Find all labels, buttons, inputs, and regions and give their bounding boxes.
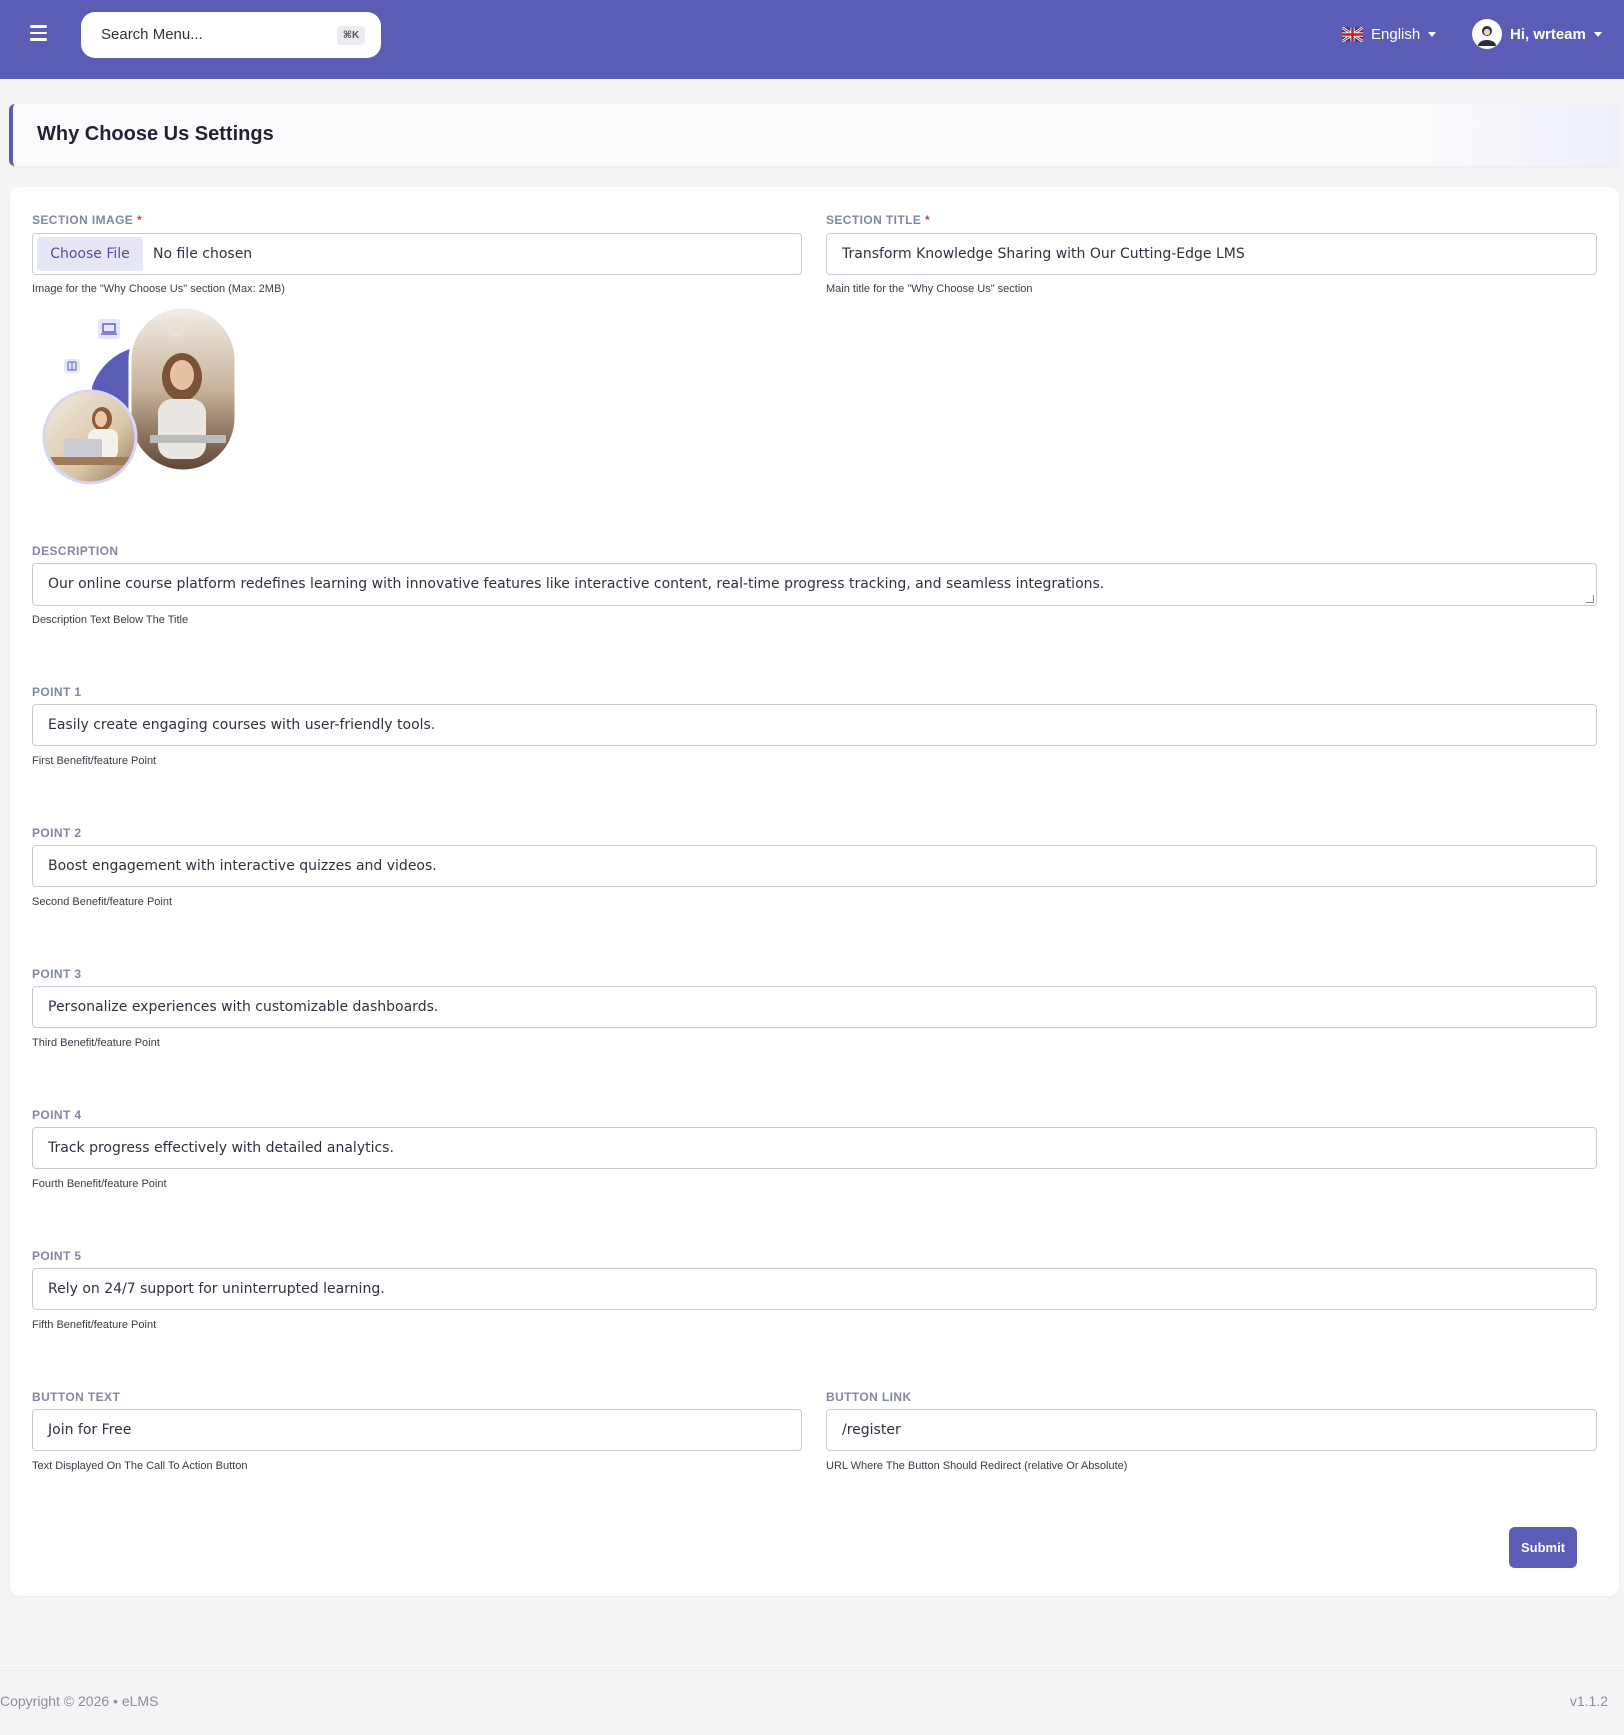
point-1-label: POINT 1 bbox=[32, 685, 82, 699]
section-image-file-input[interactable]: Choose File No file chosen bbox=[32, 233, 802, 275]
section-title-help: Main title for the "Why Choose Us" secti… bbox=[826, 283, 1033, 295]
chevron-down-icon bbox=[1428, 31, 1437, 37]
section-title-label-text: SECTION TITLE bbox=[826, 213, 922, 227]
button-text-input[interactable]: Join for Free bbox=[32, 1409, 802, 1451]
section-image-help: Image for the "Why Choose Us" section (M… bbox=[32, 283, 285, 295]
point-4-label: POINT 4 bbox=[32, 1108, 82, 1122]
chevron-down-icon bbox=[1593, 31, 1602, 37]
section-image-preview bbox=[42, 307, 238, 485]
laptop-icon bbox=[98, 319, 120, 339]
file-status: No file chosen bbox=[153, 246, 253, 262]
button-text-label: BUTTON TEXT bbox=[32, 1390, 121, 1404]
point-4-input[interactable]: Track progress effectively with detailed… bbox=[32, 1127, 1597, 1169]
point-2-help: Second Benefit/feature Point bbox=[32, 896, 173, 908]
user-menu[interactable]: Hi, wrteam bbox=[1472, 18, 1602, 50]
section-title-label: SECTION TITLE * bbox=[826, 213, 930, 227]
uk-flag-icon bbox=[1342, 26, 1363, 42]
point-3-input[interactable]: Personalize experiences with customizabl… bbox=[32, 986, 1597, 1028]
user-avatar-icon bbox=[1472, 19, 1502, 49]
button-link-help: URL Where The Button Should Redirect (re… bbox=[826, 1460, 1128, 1472]
button-text-help: Text Displayed On The Call To Action But… bbox=[32, 1460, 248, 1472]
section-image-label-text: SECTION IMAGE bbox=[32, 213, 134, 227]
required-mark: * bbox=[136, 213, 143, 227]
button-link-label: BUTTON LINK bbox=[826, 1390, 912, 1404]
description-textarea[interactable]: Our online course platform redefines lea… bbox=[32, 563, 1597, 606]
search-input[interactable]: Search Menu... ⌘K bbox=[81, 12, 381, 58]
resize-handle-icon[interactable] bbox=[1586, 595, 1594, 603]
point-2-label: POINT 2 bbox=[32, 826, 82, 840]
hamburger-icon[interactable] bbox=[30, 25, 48, 41]
search-placeholder: Search Menu... bbox=[101, 26, 203, 43]
point-1-help: First Benefit/feature Point bbox=[32, 755, 157, 767]
point-5-input[interactable]: Rely on 24/7 support for uninterrupted l… bbox=[32, 1268, 1597, 1310]
search-shortcut-badge: ⌘K bbox=[337, 26, 365, 45]
description-help: Description Text Below The Title bbox=[32, 614, 189, 626]
copyright-text: Copyright © 2026 • eLMS bbox=[0, 1693, 159, 1709]
submit-button[interactable]: Submit bbox=[1509, 1527, 1577, 1568]
point-4-help: Fourth Benefit/feature Point bbox=[32, 1178, 167, 1190]
description-value: Our online course platform redefines lea… bbox=[48, 576, 1105, 592]
point-5-label: POINT 5 bbox=[32, 1249, 82, 1263]
point-3-label: POINT 3 bbox=[32, 967, 82, 981]
page-header: Why Choose Us Settings bbox=[9, 104, 1619, 166]
language-dropdown[interactable]: English bbox=[1342, 22, 1437, 46]
settings-form-card: SECTION IMAGE * Choose File No file chos… bbox=[10, 187, 1619, 1596]
section-image-label: SECTION IMAGE * bbox=[32, 213, 142, 227]
choose-file-button[interactable]: Choose File bbox=[37, 237, 143, 271]
language-label: English bbox=[1371, 25, 1421, 43]
description-label: DESCRIPTION bbox=[32, 544, 119, 558]
page-title: Why Choose Us Settings bbox=[37, 123, 274, 145]
required-mark: * bbox=[924, 213, 931, 227]
point-2-input[interactable]: Boost engagement with interactive quizze… bbox=[32, 845, 1597, 887]
section-title-input[interactable]: Transform Knowledge Sharing with Our Cut… bbox=[826, 233, 1597, 275]
point-1-input[interactable]: Easily create engaging courses with user… bbox=[32, 704, 1597, 746]
point-5-help: Fifth Benefit/feature Point bbox=[32, 1319, 157, 1331]
top-navbar: Search Menu... ⌘K English Hi, wrteam bbox=[0, 0, 1624, 79]
button-link-input[interactable]: /register bbox=[826, 1409, 1597, 1451]
point-3-help: Third Benefit/feature Point bbox=[32, 1037, 160, 1049]
version-text: v1.1.2 bbox=[1569, 1693, 1608, 1709]
footer: Copyright © 2026 • eLMS v1.1.2 bbox=[0, 1670, 1624, 1735]
user-greeting: Hi, wrteam bbox=[1510, 25, 1586, 43]
